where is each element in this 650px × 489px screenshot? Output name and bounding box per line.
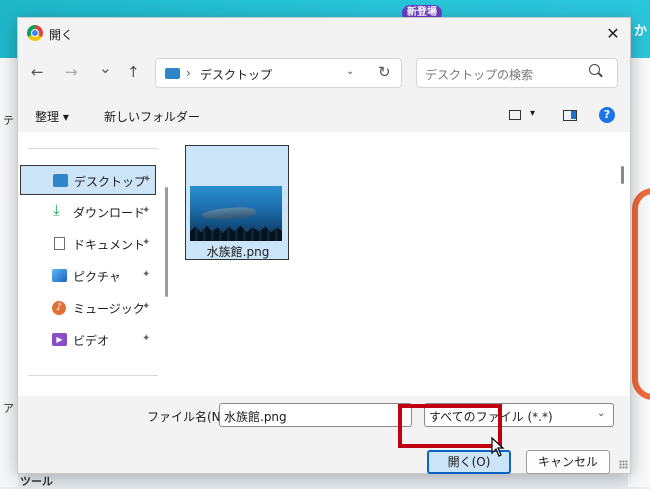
pin-icon: ✦ bbox=[142, 301, 151, 312]
view-chevron-icon[interactable]: ▾ bbox=[530, 108, 535, 119]
view-options-icon[interactable] bbox=[509, 110, 521, 120]
sidebar-item-pictures[interactable]: ピクチャ ✦ bbox=[20, 261, 156, 291]
sidebar-item-desktop[interactable]: デスクトップ ✦ bbox=[20, 165, 156, 195]
filename-value: 水族館.png bbox=[224, 410, 287, 424]
open-button-highlight bbox=[398, 404, 502, 448]
dialog-footer: ファイル名(N): 水族館.png ⌄ すべてのファイル (*.*) ⌄ 開く(… bbox=[18, 396, 630, 474]
pin-icon: ✦ bbox=[143, 174, 152, 185]
command-toolbar: 整理 ▾ 新しいフォルダー ▾ ? bbox=[18, 98, 630, 132]
background-right-panel bbox=[628, 58, 650, 487]
sidebar-item-label: ミュージック bbox=[73, 302, 145, 316]
search-input[interactable]: デスクトップの検索 bbox=[416, 58, 618, 88]
video-icon: ▶ bbox=[52, 333, 67, 346]
background-corner-text: か bbox=[634, 24, 648, 39]
recent-locations-chevron-icon[interactable]: ⌄ bbox=[99, 59, 112, 77]
address-row: ← → ⌄ ↑ › デスクトップ ⌄ ↻ デスクトップの検索 bbox=[18, 50, 630, 98]
whale-shark-shape bbox=[201, 206, 257, 221]
sidebar-scrollbar[interactable] bbox=[165, 187, 168, 297]
sidebar-item-label: ダウンロード bbox=[73, 206, 146, 220]
file-name: 水族館.png bbox=[206, 245, 270, 259]
forward-arrow-icon[interactable]: → bbox=[65, 63, 78, 81]
pin-icon: ✦ bbox=[142, 333, 151, 344]
pin-icon: ✦ bbox=[142, 205, 151, 216]
breadcrumb-desktop[interactable]: デスクトップ bbox=[200, 66, 272, 83]
desktop-icon bbox=[53, 174, 68, 187]
refresh-icon[interactable]: ↻ bbox=[378, 63, 391, 81]
sidebar-item-label: ピクチャ bbox=[73, 270, 121, 284]
filename-field[interactable]: 水族館.png ⌄ bbox=[219, 403, 412, 427]
pictures-icon bbox=[52, 269, 67, 282]
mouse-cursor-icon bbox=[491, 437, 505, 457]
sidebar-item-downloads[interactable]: ⤓ ダウンロード ✦ bbox=[20, 197, 156, 227]
new-folder-button[interactable]: 新しいフォルダー bbox=[104, 108, 200, 125]
sidebar-divider bbox=[28, 148, 158, 149]
aquarium-thumbnail bbox=[190, 186, 282, 241]
background-left-text: ア bbox=[3, 402, 14, 415]
help-icon[interactable]: ? bbox=[599, 107, 615, 123]
address-bar[interactable]: › デスクトップ ⌄ ↻ bbox=[155, 58, 402, 88]
cancel-button[interactable]: キャンセル bbox=[526, 450, 610, 474]
crowd-silhouette-shape bbox=[190, 225, 282, 241]
title-bar: 開く ✕ bbox=[18, 18, 630, 50]
up-arrow-icon[interactable]: ↑ bbox=[127, 63, 140, 81]
sidebar-item-label: デスクトップ bbox=[74, 175, 147, 189]
sidebar-item-label: ドキュメント bbox=[73, 238, 146, 252]
sidebar-item-music[interactable]: ♪ ミュージック ✦ bbox=[20, 293, 156, 323]
sidebar-item-documents[interactable]: ドキュメント ✦ bbox=[20, 229, 156, 259]
sidebar-item-label: ビデオ bbox=[73, 334, 110, 348]
pin-icon: ✦ bbox=[142, 237, 151, 248]
organize-button[interactable]: 整理 ▾ bbox=[35, 108, 69, 125]
download-icon: ⤓ bbox=[53, 201, 60, 219]
sidebar-item-videos[interactable]: ▶ ビデオ ✦ bbox=[20, 325, 156, 355]
breadcrumb-separator-icon: › bbox=[186, 66, 191, 80]
sidebar-divider bbox=[28, 375, 158, 376]
dialog-title: 開く bbox=[49, 28, 74, 42]
preview-pane-icon[interactable] bbox=[563, 110, 577, 121]
desktop-folder-icon bbox=[165, 68, 180, 79]
document-icon bbox=[54, 237, 65, 250]
navigation-pane: デスクトップ ✦ ⤓ ダウンロード ✦ ドキュメント ✦ ピクチャ ✦ ♪ ミュ… bbox=[18, 132, 175, 396]
open-file-dialog: 開く ✕ ← → ⌄ ↑ › デスクトップ ⌄ ↻ デスクトップの検索 整理 ▾… bbox=[17, 17, 631, 474]
search-icon[interactable] bbox=[589, 64, 600, 75]
close-button[interactable]: ✕ bbox=[600, 21, 626, 47]
file-type-chevron-icon[interactable]: ⌄ bbox=[597, 408, 605, 419]
file-list: 水族館.png bbox=[175, 132, 615, 396]
music-icon: ♪ bbox=[52, 301, 66, 315]
file-list-scrollbar[interactable] bbox=[621, 166, 624, 184]
background-orange-shape bbox=[632, 188, 650, 400]
back-arrow-icon[interactable]: ← bbox=[31, 63, 44, 81]
pin-icon: ✦ bbox=[142, 269, 151, 280]
chrome-icon bbox=[27, 25, 43, 41]
filename-label: ファイル名(N): bbox=[147, 410, 230, 424]
search-placeholder: デスクトップの検索 bbox=[425, 68, 534, 82]
file-item[interactable]: 水族館.png bbox=[185, 145, 289, 260]
background-left-text: テ bbox=[3, 114, 14, 127]
resize-grip-icon[interactable] bbox=[619, 460, 628, 469]
address-dropdown-icon[interactable]: ⌄ bbox=[346, 66, 354, 77]
